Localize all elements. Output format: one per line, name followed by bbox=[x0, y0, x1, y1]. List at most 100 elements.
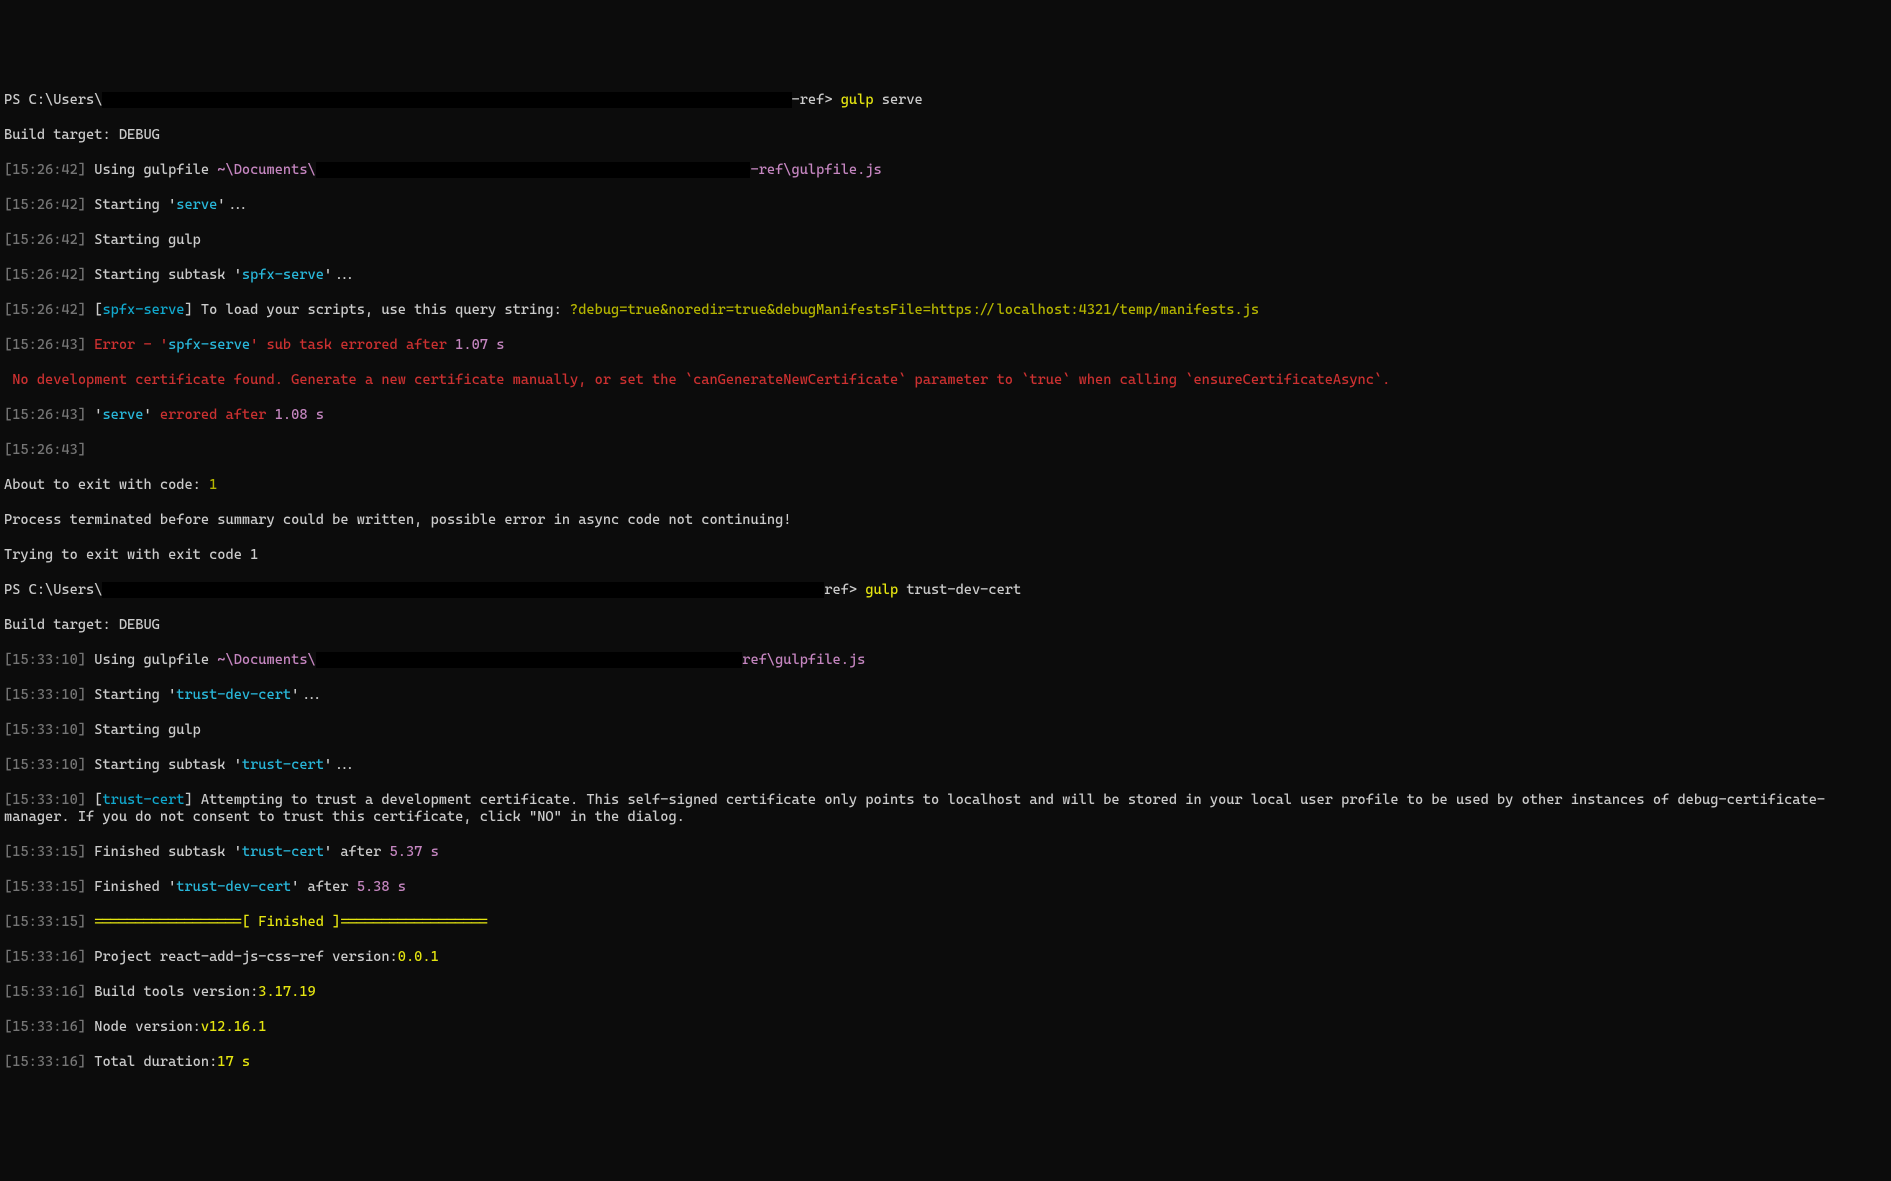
log-text: '... bbox=[324, 267, 357, 283]
path-suffix: -ref> bbox=[792, 92, 833, 108]
log-line-error: No development certificate found. Genera… bbox=[4, 372, 1887, 390]
task-name: trust-dev-cert bbox=[176, 687, 291, 703]
task-name: trust-dev-cert bbox=[176, 879, 291, 895]
bracket: ] bbox=[184, 302, 200, 318]
log-text: Starting ' bbox=[86, 197, 176, 213]
log-line: [15:33:15] Finished subtask 'trust-cert'… bbox=[4, 844, 1887, 862]
log-line: [15:26:42] Starting 'serve'... bbox=[4, 197, 1887, 215]
log-text: ' after bbox=[324, 844, 390, 860]
log-line: [15:33:10] [trust-cert] Attempting to tr… bbox=[4, 792, 1887, 827]
redacted-path: xxxxxxxxxxxxxxxxxxxxxxxxxxxxxxxxxxxxxxxx… bbox=[316, 652, 743, 668]
timestamp: [15:26:43] bbox=[4, 337, 86, 353]
timestamp: [15:33:16] bbox=[4, 1019, 86, 1035]
path-suffix: ref> bbox=[824, 582, 857, 598]
log-text: Project react-add-js-css-ref version: bbox=[86, 949, 398, 965]
log-line: [15:33:10] Starting 'trust-dev-cert'... bbox=[4, 687, 1887, 705]
bracket: [ bbox=[86, 302, 102, 318]
task-name: trust-cert bbox=[242, 844, 324, 860]
log-line-error: [15:26:43] Error - 'spfx-serve' sub task… bbox=[4, 337, 1887, 355]
log-text: Starting subtask ' bbox=[86, 267, 242, 283]
timestamp: [15:26:42] bbox=[4, 197, 86, 213]
finished-separator: ==================[ Finished ]==========… bbox=[86, 914, 488, 930]
duration-value: 17 s bbox=[217, 1054, 250, 1070]
timestamp: [15:33:10] bbox=[4, 722, 86, 738]
log-line: [15:26:42] Starting gulp bbox=[4, 232, 1887, 250]
log-text: Starting ' bbox=[86, 687, 176, 703]
log-line: Process terminated before summary could … bbox=[4, 512, 1887, 530]
error-message: No development certificate found. Genera… bbox=[4, 372, 1390, 388]
redacted-path: xxxxxxxxxxxxxxxxxxxxxxxxxxxxxxxxxxxxxxxx… bbox=[102, 582, 824, 598]
redacted-path: xxxxxxxxxxxxxxxxxxxxxxxxxxxxxxxxxxxxxxxx… bbox=[102, 92, 791, 108]
log-text: About to exit with code: bbox=[4, 477, 209, 493]
timestamp: [15:33:10] bbox=[4, 757, 86, 773]
log-text: '... bbox=[324, 757, 357, 773]
timestamp: [15:33:16] bbox=[4, 1054, 86, 1070]
log-line: [15:26:42] Starting subtask 'spfx-serve'… bbox=[4, 267, 1887, 285]
task-tag: spfx-serve bbox=[102, 302, 184, 318]
log-text: Starting subtask ' bbox=[86, 757, 242, 773]
log-line: [15:33:16] Total duration:17 s bbox=[4, 1054, 1887, 1072]
log-text: ' bbox=[86, 407, 102, 423]
timestamp: [15:33:10] bbox=[4, 652, 86, 668]
log-text: '... bbox=[217, 197, 250, 213]
timestamp: [15:26:43] bbox=[4, 442, 86, 458]
log-text: Finished subtask ' bbox=[86, 844, 242, 860]
duration: 5.38 s bbox=[357, 879, 406, 895]
log-line-error: [15:26:43] 'serve' errored after 1.08 s bbox=[4, 407, 1887, 425]
log-text: Starting gulp bbox=[86, 722, 201, 738]
task-name: serve bbox=[102, 407, 143, 423]
bracket: ] bbox=[184, 792, 200, 808]
log-text: Total duration: bbox=[86, 1054, 217, 1070]
prompt-line-1: PS C:\Users\xxxxxxxxxxxxxxxxxxxxxxxxxxxx… bbox=[4, 92, 1887, 110]
log-line: [15:33:16] Node version:v12.16.1 bbox=[4, 1019, 1887, 1037]
log-line: [15:33:16] Build tools version:3.17.19 bbox=[4, 984, 1887, 1002]
terminal-output[interactable]: PS C:\Users\xxxxxxxxxxxxxxxxxxxxxxxxxxxx… bbox=[4, 74, 1887, 1089]
log-line: [15:26:43] bbox=[4, 442, 1887, 460]
timestamp: [15:33:15] bbox=[4, 844, 86, 860]
log-line: [15:33:10] Starting gulp bbox=[4, 722, 1887, 740]
task-name: serve bbox=[176, 197, 217, 213]
version-value: v12.16.1 bbox=[201, 1019, 267, 1035]
log-text: '... bbox=[291, 687, 324, 703]
path: C:\Users\ bbox=[29, 582, 103, 598]
error-text: errored after bbox=[160, 407, 275, 423]
command: gulp bbox=[865, 582, 898, 598]
timestamp: [15:26:42] bbox=[4, 302, 86, 318]
timestamp: [15:33:10] bbox=[4, 687, 86, 703]
log-text: ' after bbox=[291, 879, 357, 895]
gulpfile-path-pre: ~\Documents\ bbox=[217, 162, 315, 178]
build-target: Build target: DEBUG bbox=[4, 127, 1887, 145]
error-label: Error - ' bbox=[86, 337, 168, 353]
error-text: ' sub task errored after bbox=[250, 337, 455, 353]
timestamp: [15:26:42] bbox=[4, 267, 86, 283]
log-line: [15:33:16] Project react-add-js-css-ref … bbox=[4, 949, 1887, 967]
timestamp: [15:26:42] bbox=[4, 162, 86, 178]
timestamp: [15:33:16] bbox=[4, 949, 86, 965]
task-name: trust-cert bbox=[242, 757, 324, 773]
exit-code: 1 bbox=[209, 477, 217, 493]
log-text: Attempting to trust a development certif… bbox=[4, 792, 1825, 826]
log-line: Trying to exit with exit code 1 bbox=[4, 547, 1887, 565]
log-text: Using gulpfile bbox=[86, 652, 217, 668]
duration: 1.08 s bbox=[275, 407, 324, 423]
log-text: ' bbox=[143, 407, 159, 423]
query-string: ?debug=true&noredir=true&debugManifestsF… bbox=[570, 302, 1259, 318]
command: gulp bbox=[841, 92, 874, 108]
version-value: 3.17.19 bbox=[258, 984, 315, 1000]
task-name: spfx-serve bbox=[168, 337, 250, 353]
duration: 5.37 s bbox=[390, 844, 439, 860]
log-line: [15:26:42] [spfx-serve] To load your scr… bbox=[4, 302, 1887, 320]
command-arg: serve bbox=[882, 92, 923, 108]
gulpfile-path-suf: ref\gulpfile.js bbox=[742, 652, 865, 668]
timestamp: [15:33:15] bbox=[4, 879, 86, 895]
bracket: [ bbox=[86, 792, 102, 808]
task-name: spfx-serve bbox=[242, 267, 324, 283]
ps-prefix: PS bbox=[4, 92, 29, 108]
gulpfile-path-pre: ~\Documents\ bbox=[217, 652, 315, 668]
log-text: To load your scripts, use this query str… bbox=[201, 302, 570, 318]
ps-prefix: PS bbox=[4, 582, 29, 598]
exit-line: About to exit with code: 1 bbox=[4, 477, 1887, 495]
gulpfile-path-suf: -ref\gulpfile.js bbox=[750, 162, 881, 178]
prompt-line-2: PS C:\Users\xxxxxxxxxxxxxxxxxxxxxxxxxxxx… bbox=[4, 582, 1887, 600]
command-arg: trust-dev-cert bbox=[906, 582, 1021, 598]
